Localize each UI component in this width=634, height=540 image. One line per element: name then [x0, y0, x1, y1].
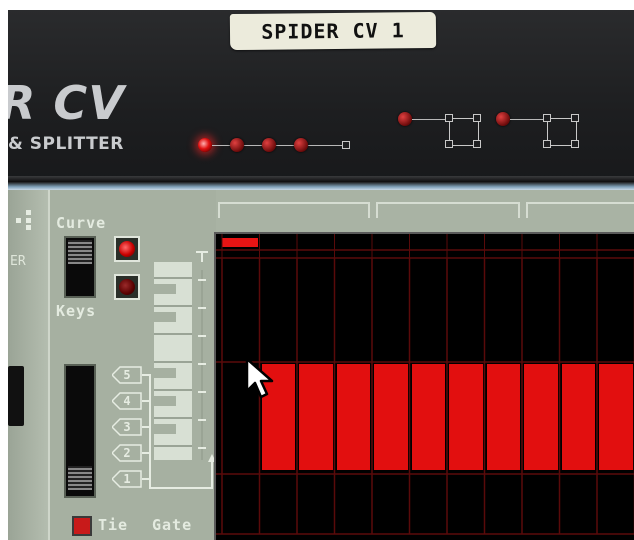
split-a-node-4	[473, 140, 481, 148]
gate-step-5[interactable]	[374, 364, 408, 470]
gate-step-10[interactable]	[561, 364, 595, 470]
device-logo-subtitle: & SPLITTER	[8, 134, 124, 154]
gate-step-7[interactable]	[449, 364, 483, 470]
octave-label-1: 1	[123, 472, 131, 486]
split-b-node-1	[543, 114, 551, 122]
split-b-node-3	[543, 140, 551, 148]
octave-button-3[interactable]: 3	[112, 418, 142, 436]
octave-button-2[interactable]: 2	[112, 444, 142, 462]
rack-separator	[8, 182, 634, 190]
octave-label-2: 2	[123, 446, 131, 460]
switch-grip	[68, 240, 92, 264]
keys-led-button[interactable]	[114, 274, 140, 300]
merge-input-led-2	[230, 138, 244, 152]
split-a-node-1	[445, 114, 453, 122]
split-a-node-3	[445, 140, 453, 148]
keys-label: Keys	[56, 302, 97, 320]
split-a-node-2	[473, 114, 481, 122]
octave-button-1[interactable]: 1	[112, 470, 142, 488]
split-b-node-4	[571, 140, 579, 148]
pattern-tab-2[interactable]	[376, 202, 520, 218]
octave-switch[interactable]	[64, 364, 96, 498]
split-a-input-led	[398, 112, 412, 126]
device-name-tape[interactable]: SPIDER CV 1	[229, 11, 437, 51]
gate-step-6[interactable]	[411, 364, 445, 470]
octave-button-4[interactable]: 4	[112, 392, 142, 410]
merge-input-led-4	[294, 138, 308, 152]
tie-label: Tie	[98, 516, 129, 534]
curve-label: Curve	[56, 214, 107, 232]
octave-label-3: 3	[123, 420, 131, 434]
spider-cv-device: SPIDER CV 1 R CV & SPLITTER	[8, 10, 634, 182]
tie-toggle[interactable]	[72, 516, 92, 536]
curve-led-button[interactable]	[114, 236, 140, 262]
dots-icon	[16, 210, 31, 230]
gate-step-11[interactable]	[599, 364, 633, 470]
gate-step-8[interactable]	[486, 364, 520, 470]
merge-output-node	[342, 141, 350, 149]
left-panel-label: ER	[10, 254, 26, 269]
octave-button-5[interactable]: 5	[112, 366, 142, 384]
curve-led	[119, 241, 135, 257]
left-panel-knob[interactable]	[8, 366, 24, 426]
split-b-node-2	[571, 114, 579, 122]
merge-input-led-1	[198, 138, 212, 152]
matrix-device: ER Curve Keys 5 4 3 2 1 Tie Gate	[8, 190, 634, 540]
switch-grip	[68, 466, 92, 490]
octave-label-5: 5	[123, 368, 131, 382]
curve-keys-switch[interactable]	[64, 236, 96, 298]
gate-label: Gate	[152, 516, 193, 534]
piano-keyboard-icon	[154, 262, 192, 460]
pattern-tab-1[interactable]	[218, 202, 370, 218]
left-side-panel: ER	[8, 190, 50, 540]
pattern-tab-3[interactable]	[526, 202, 634, 218]
gate-step-3[interactable]	[299, 364, 333, 470]
gate-step-4[interactable]	[336, 364, 370, 470]
keys-led	[119, 279, 135, 295]
gate-step-9[interactable]	[524, 364, 558, 470]
octave-label-4: 4	[123, 394, 131, 408]
mouse-pointer-icon	[245, 357, 274, 399]
keyboard-scale-ticks	[198, 270, 206, 460]
keyboard-top-arrow	[196, 251, 208, 262]
control-panel: Curve Keys 5 4 3 2 1 Tie Gate	[48, 190, 216, 540]
device-logo: R CV	[8, 76, 125, 130]
split-b-input-led	[496, 112, 510, 126]
merge-input-led-3	[262, 138, 276, 152]
